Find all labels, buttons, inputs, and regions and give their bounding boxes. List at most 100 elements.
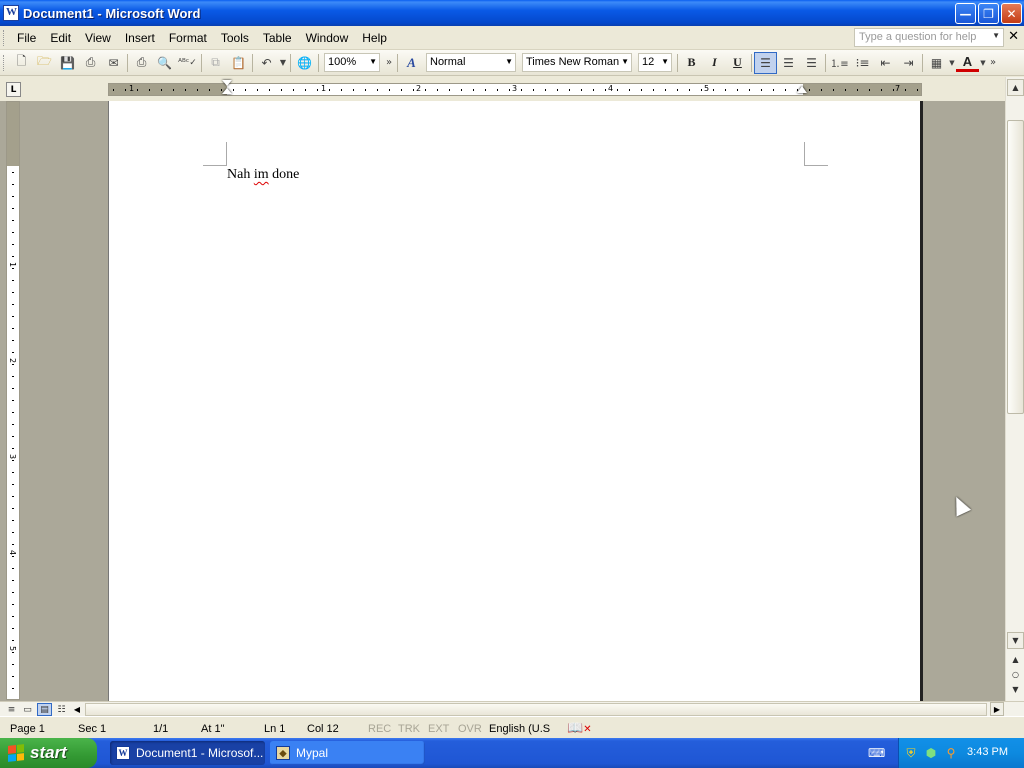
chevron-down-icon[interactable]: ▼ [505, 57, 513, 66]
italic-button[interactable]: I [703, 52, 726, 74]
open-folder-icon[interactable]: 🗁 [33, 52, 56, 74]
menu-insert[interactable]: Insert [118, 29, 162, 47]
style-select[interactable]: Normal ▼ [426, 53, 516, 72]
vertical-scrollbar[interactable]: ▲ ▼ ▲ ○ ▼ [1005, 77, 1024, 701]
normal-view-icon[interactable]: ≡ [4, 703, 19, 716]
help-dropdown-icon[interactable]: ▼ [992, 31, 1000, 40]
ruler-tick [533, 89, 534, 91]
zoom-select[interactable]: 100% ▼ [324, 53, 380, 72]
word-app-icon[interactable] [3, 5, 19, 21]
print-icon[interactable]: ⎙ [130, 52, 153, 74]
undo-icon[interactable]: ↶ [255, 52, 278, 74]
chevron-down-icon[interactable]: ▼ [621, 57, 629, 66]
help-search-input[interactable]: Type a question for help ▼ [854, 28, 1004, 47]
status-ovr[interactable]: OVR [458, 723, 482, 735]
menu-format[interactable]: Format [162, 29, 214, 47]
spelling-status-icon[interactable]: 📖✕ [567, 720, 592, 736]
bullets-icon[interactable]: ⁝≡ [851, 52, 874, 74]
search-tray-icon[interactable]: ⚲ [943, 745, 959, 761]
network-icon[interactable]: ⬢ [923, 745, 939, 761]
borders-icon[interactable]: ▦ [925, 52, 948, 74]
save-icon[interactable]: 💾 [56, 52, 79, 74]
menu-file[interactable]: File [10, 29, 43, 47]
font-select[interactable]: Times New Roman ▼ [522, 53, 632, 72]
document-page[interactable]: Nah im done [108, 101, 923, 701]
print-layout-icon[interactable]: ▤ [37, 703, 52, 716]
horizontal-scroll-thumb[interactable] [85, 703, 987, 716]
hyperlink-icon[interactable]: 🌐 [293, 52, 316, 74]
email-icon[interactable]: ✉ [102, 52, 125, 74]
scroll-left-icon[interactable]: ◀ [71, 703, 83, 716]
outline-view-icon[interactable]: ☷ [54, 703, 69, 716]
misspelled-word[interactable]: im [254, 167, 269, 182]
font-color-icon[interactable]: A [956, 54, 979, 72]
menu-grip[interactable] [3, 29, 7, 46]
right-indent-marker[interactable] [797, 86, 807, 93]
toolbar-overflow-icon[interactable]: » [987, 52, 999, 74]
document-close-icon[interactable]: ✕ [1008, 29, 1019, 44]
permission-icon[interactable]: ⎙ [79, 52, 102, 74]
align-right-icon[interactable]: ☰ [800, 52, 823, 74]
minimize-button[interactable]: — [955, 3, 976, 24]
bold-button[interactable]: B [680, 52, 703, 74]
ruler-tick [12, 424, 14, 425]
decrease-indent-icon[interactable]: ⇤ [874, 52, 897, 74]
align-left-icon[interactable]: ☰ [754, 51, 777, 74]
menu-table[interactable]: Table [256, 29, 299, 47]
first-line-indent-marker[interactable] [222, 80, 232, 100]
ruler-tick [161, 89, 162, 91]
vertical-ruler[interactable]: 1 2 3 4 5 [6, 101, 20, 700]
paste-icon[interactable]: 📋 [227, 52, 250, 74]
clock[interactable]: 3:43 PM [967, 746, 1008, 758]
document-text[interactable]: Nah im done [227, 167, 299, 183]
scroll-down-icon[interactable]: ▼ [1007, 632, 1024, 649]
new-document-icon[interactable]: 🗋 [10, 52, 33, 74]
scroll-up-icon[interactable]: ▲ [1007, 79, 1024, 96]
menu-edit[interactable]: Edit [43, 29, 78, 47]
chevron-down-icon[interactable]: ▼ [661, 57, 669, 66]
taskbar-item-mypal[interactable]: ◆ Mypal [270, 741, 425, 765]
print-preview-icon[interactable]: 🔍 [153, 52, 176, 74]
ruler-tick [245, 89, 246, 91]
toolbar-grip[interactable] [3, 54, 7, 71]
menu-tools[interactable]: Tools [214, 29, 256, 47]
styles-formatting-icon[interactable]: A [400, 52, 423, 74]
numbering-icon[interactable]: ⒈≡ [828, 52, 851, 74]
start-button[interactable]: start [0, 738, 97, 768]
status-rec[interactable]: REC [368, 723, 391, 735]
font-color-dropdown-icon[interactable]: ▼ [979, 52, 987, 74]
status-trk[interactable]: TRK [398, 723, 420, 735]
ruler-tick [12, 268, 14, 269]
security-shield-icon[interactable]: ⛨ [903, 745, 919, 761]
ruler-tick [12, 484, 14, 485]
toolbar-separator [677, 53, 678, 72]
chevron-down-icon[interactable]: ▼ [369, 57, 377, 66]
copy-icon[interactable]: ⧉ [204, 52, 227, 74]
menu-help[interactable]: Help [355, 29, 394, 47]
ruler-tick [12, 460, 14, 461]
tab-selector[interactable]: L [6, 82, 21, 97]
ruler-tick [12, 520, 14, 521]
web-layout-icon[interactable]: ▭ [20, 703, 35, 716]
restore-button[interactable]: ❐ [978, 3, 999, 24]
status-ext[interactable]: EXT [428, 723, 449, 735]
toolbar-options-icon[interactable]: » [383, 52, 395, 74]
font-size-select[interactable]: 12 ▼ [638, 53, 672, 72]
undo-dropdown-icon[interactable]: ▼ [278, 52, 288, 74]
align-center-icon[interactable]: ☰ [777, 52, 800, 74]
scroll-right-icon[interactable]: ▶ [990, 702, 1004, 716]
menu-window[interactable]: Window [299, 29, 356, 47]
status-language[interactable]: English (U.S [489, 723, 550, 735]
increase-indent-icon[interactable]: ⇥ [897, 52, 920, 74]
spelling-icon[interactable]: ᴬᴮᶜ✓ [176, 52, 199, 74]
underline-button[interactable]: U [726, 52, 749, 74]
scroll-thumb[interactable] [1007, 120, 1024, 414]
borders-dropdown-icon[interactable]: ▼ [948, 52, 956, 74]
title-bar[interactable]: Document1 - Microsoft Word — ❐ ✕ [0, 0, 1024, 26]
menu-view[interactable]: View [78, 29, 118, 47]
close-button[interactable]: ✕ [1001, 3, 1022, 24]
next-page-icon[interactable]: ▼ [1007, 681, 1024, 698]
font-value: Times New Roman [526, 56, 620, 68]
keyboard-icon[interactable]: ⌨ [868, 746, 885, 760]
taskbar-item-word[interactable]: W Document1 - Microsof... [110, 741, 265, 765]
